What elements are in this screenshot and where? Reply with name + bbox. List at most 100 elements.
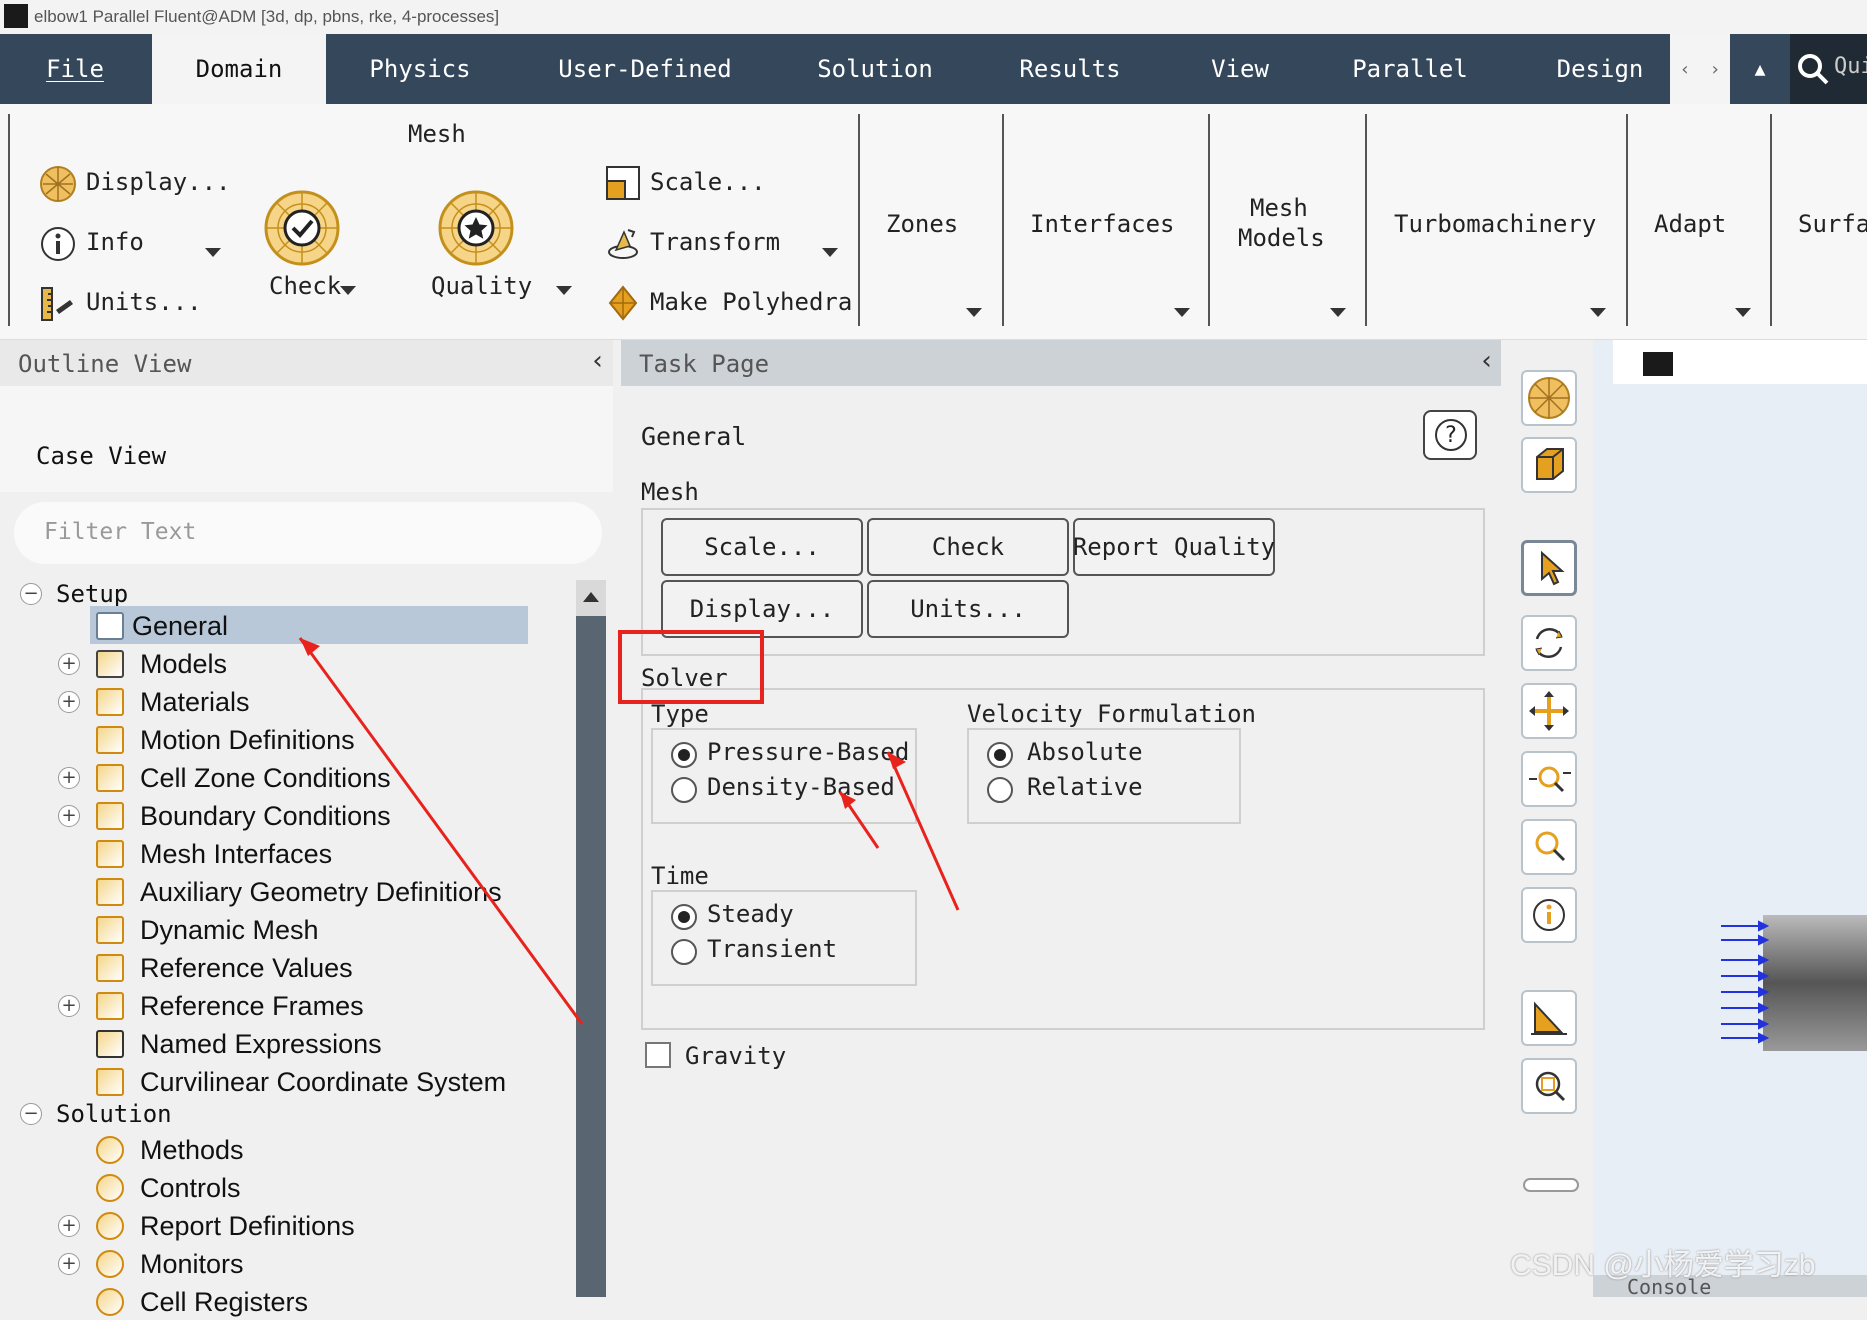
turbomachinery-group[interactable]: Turbomachinery (1394, 210, 1596, 238)
collapse-icon[interactable]: − (20, 583, 42, 605)
quality-button[interactable]: Quality (431, 272, 532, 300)
interfaces-dropdown-icon[interactable] (1174, 308, 1190, 317)
ribbon-separator (1770, 114, 1772, 326)
ribbon: Mesh Display... Info Units... Check Qual… (0, 104, 1867, 340)
adapt-group[interactable]: Adapt (1654, 210, 1726, 238)
mesh-models-dropdown-icon[interactable] (1330, 308, 1346, 317)
surface-group[interactable]: Surfac (1798, 210, 1867, 238)
check-button[interactable]: Check (269, 272, 341, 300)
tab-scroll-left-icon[interactable]: ‹ (1670, 34, 1700, 104)
expand-icon[interactable]: + (58, 805, 80, 827)
outline-collapse-icon[interactable]: ‹ (590, 346, 606, 376)
expand-icon[interactable]: + (58, 767, 80, 789)
expand-icon[interactable]: + (58, 1253, 80, 1275)
inlet-velocity-vectors (1721, 920, 1769, 1044)
transient-label[interactable]: Transient (707, 935, 837, 963)
units-button[interactable]: Units... (86, 288, 202, 316)
tab-design[interactable]: Design (1540, 34, 1660, 104)
probe-info-tool[interactable] (1521, 887, 1577, 943)
expand-icon[interactable]: + (58, 653, 80, 675)
watermark: CSDN @小杨爱学习zb (1510, 1249, 1816, 1282)
info-dropdown-icon[interactable] (205, 248, 221, 257)
mesh-display-button[interactable]: Display... (661, 580, 863, 638)
tab-domain[interactable]: Domain (152, 34, 326, 104)
tab-scroll-right-icon[interactable]: › (1700, 34, 1730, 104)
interfaces-group[interactable]: Interfaces (1030, 210, 1175, 238)
rotate-tool[interactable] (1521, 615, 1577, 671)
expand-icon[interactable]: + (58, 995, 80, 1017)
expand-icon[interactable]: + (58, 691, 80, 713)
ribbon-collapse-icon[interactable]: ▲ (1740, 34, 1780, 104)
zoom-tool[interactable] (1521, 751, 1577, 807)
ribbon-separator (858, 114, 860, 326)
tab-results[interactable]: Results (1000, 34, 1140, 104)
tab-solution[interactable]: Solution (800, 34, 950, 104)
transform-dropdown-icon[interactable] (822, 248, 838, 257)
tab-user-defined[interactable]: User-Defined (550, 34, 740, 104)
pressure-based-radio[interactable] (671, 742, 697, 768)
mesh-units-button[interactable]: Units... (867, 580, 1069, 638)
mesh-check-button[interactable]: Check (867, 518, 1069, 576)
collapse-icon[interactable]: − (20, 1103, 42, 1125)
task-page: Task Page ‹ General ? Mesh Scale... Chec… (621, 340, 1501, 1297)
scroll-up-button[interactable] (576, 580, 606, 616)
gravity-label[interactable]: Gravity (685, 1042, 786, 1070)
check-dropdown-icon[interactable] (340, 286, 356, 295)
monitors-icon (96, 1250, 124, 1278)
fit-to-window-tool[interactable] (1521, 1058, 1577, 1114)
named-expressions-icon (96, 1030, 124, 1058)
select-pointer-tool[interactable] (1521, 540, 1577, 596)
tab-file[interactable]: File (0, 34, 150, 104)
zoom-to-area-tool[interactable] (1521, 819, 1577, 875)
case-view-row[interactable]: Case View (0, 432, 613, 492)
task-collapse-icon[interactable]: ‹ (1479, 346, 1495, 376)
report-quality-button[interactable]: Report Quality (1073, 518, 1275, 576)
ribbon-separator (1002, 114, 1004, 326)
mesh-models-group-line2[interactable]: Models (1238, 224, 1325, 252)
mesh-section-label: Mesh (641, 478, 699, 506)
mesh-models-group[interactable]: Mesh (1250, 194, 1308, 222)
tab-view[interactable]: View (1190, 34, 1290, 104)
views-tool[interactable] (1521, 990, 1577, 1046)
steady-radio[interactable] (671, 904, 697, 930)
density-based-label[interactable]: Density-Based (707, 773, 895, 801)
graphics-window[interactable]: Console (1593, 340, 1867, 1299)
transient-radio[interactable] (671, 939, 697, 965)
cell-zone-icon (96, 764, 124, 792)
display-mesh-tool[interactable] (1521, 370, 1577, 426)
steady-label[interactable]: Steady (707, 900, 794, 928)
graphics-tab[interactable] (1613, 340, 1867, 384)
absolute-radio[interactable] (987, 742, 1013, 768)
outline-view: Outline View ‹ Case View Filter Text − S… (0, 340, 613, 1317)
outline-title: Outline View (18, 350, 192, 378)
pan-tool[interactable] (1521, 683, 1577, 739)
adapt-dropdown-icon[interactable] (1735, 308, 1751, 317)
tab-physics[interactable]: Physics (340, 34, 500, 104)
transform-button[interactable]: Transform (650, 228, 780, 256)
mesh-scale-button[interactable]: Scale... (661, 518, 863, 576)
display-button[interactable]: Display... (86, 168, 231, 196)
gravity-checkbox[interactable] (645, 1042, 671, 1068)
toolbar-expand-handle[interactable] (1523, 1178, 1579, 1192)
quality-dropdown-icon[interactable] (556, 286, 572, 295)
tab-parallel[interactable]: Parallel (1340, 34, 1480, 104)
turbomachinery-dropdown-icon[interactable] (1590, 308, 1606, 317)
absolute-label[interactable]: Absolute (1027, 738, 1143, 766)
quick-search[interactable]: Qui (1790, 34, 1867, 104)
relative-label[interactable]: Relative (1027, 773, 1143, 801)
task-header: Task Page ‹ (621, 340, 1501, 386)
help-button[interactable]: ? (1423, 410, 1477, 460)
expand-icon[interactable]: + (58, 1215, 80, 1237)
scale-button[interactable]: Scale... (650, 168, 766, 196)
zones-group[interactable]: Zones (886, 210, 958, 238)
relative-radio[interactable] (987, 777, 1013, 803)
info-button[interactable]: Info (86, 228, 144, 256)
make-polyhedra-button[interactable]: Make Polyhedra (650, 288, 852, 316)
filter-input[interactable]: Filter Text (14, 502, 602, 564)
pressure-based-label[interactable]: Pressure-Based (707, 738, 909, 766)
controls-icon (96, 1174, 124, 1202)
zones-dropdown-icon[interactable] (966, 308, 982, 317)
box-view-tool[interactable] (1521, 437, 1577, 493)
density-based-radio[interactable] (671, 777, 697, 803)
outline-scrollbar[interactable] (576, 580, 606, 1297)
